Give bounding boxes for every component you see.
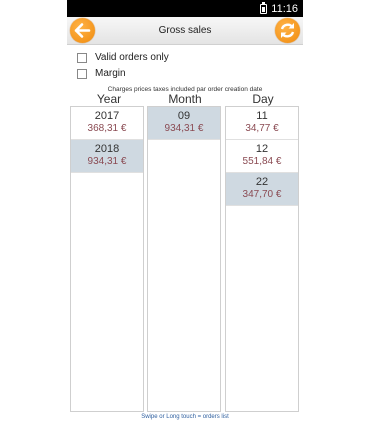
- year-row-2018[interactable]: 2018 934,31 €: [71, 140, 143, 173]
- year-column-header: Year: [96, 92, 122, 106]
- app-screen: 11:16 Gross sales Valid orders only Marg…: [67, 0, 303, 423]
- day-row-22[interactable]: 22 347,70 €: [226, 173, 298, 206]
- year-amount: 934,31 €: [87, 156, 127, 167]
- swipe-hint: Swipe or Long touch = orders list: [141, 414, 229, 420]
- margin-checkbox[interactable]: [77, 68, 87, 79]
- year-column[interactable]: 2017 368,31 € 2018 934,31 €: [70, 106, 144, 412]
- battery-icon: [260, 1, 268, 14]
- day-column-header: Day: [252, 92, 274, 106]
- app-header: Gross sales: [67, 17, 303, 45]
- day-key: 22: [255, 176, 269, 188]
- day-row-12[interactable]: 12 551,84 €: [226, 140, 298, 173]
- day-column[interactable]: 11 34,77 € 12 551,84 € 22 347,70 €: [225, 106, 299, 412]
- day-key: 12: [255, 143, 269, 155]
- year-amount: 368,31 €: [87, 123, 127, 134]
- margin-label: Margin: [95, 68, 126, 79]
- month-column[interactable]: 09 934,31 €: [147, 106, 221, 412]
- valid-orders-option[interactable]: Valid orders only: [77, 52, 169, 63]
- refresh-button[interactable]: [275, 18, 300, 43]
- day-amount: 34,77 €: [245, 123, 279, 134]
- month-key: 09: [177, 110, 191, 122]
- year-row-2017[interactable]: 2017 368,31 €: [71, 107, 143, 140]
- month-amount: 934,31 €: [164, 123, 204, 134]
- status-time: 11:16: [271, 2, 298, 15]
- month-row-09[interactable]: 09 934,31 €: [148, 107, 220, 140]
- year-key: 2017: [94, 110, 120, 122]
- page-title: Gross sales: [158, 25, 212, 36]
- month-column-header: Month: [168, 92, 202, 106]
- day-amount: 551,84 €: [242, 156, 282, 167]
- margin-option[interactable]: Margin: [77, 68, 126, 79]
- day-amount: 347,70 €: [242, 189, 282, 200]
- refresh-icon: [280, 23, 295, 38]
- day-key: 11: [256, 110, 268, 122]
- status-bar: 11:16: [67, 0, 303, 17]
- valid-orders-checkbox[interactable]: [77, 52, 87, 63]
- day-row-11[interactable]: 11 34,77 €: [226, 107, 298, 140]
- year-key: 2018: [94, 143, 120, 155]
- valid-orders-label: Valid orders only: [95, 52, 169, 63]
